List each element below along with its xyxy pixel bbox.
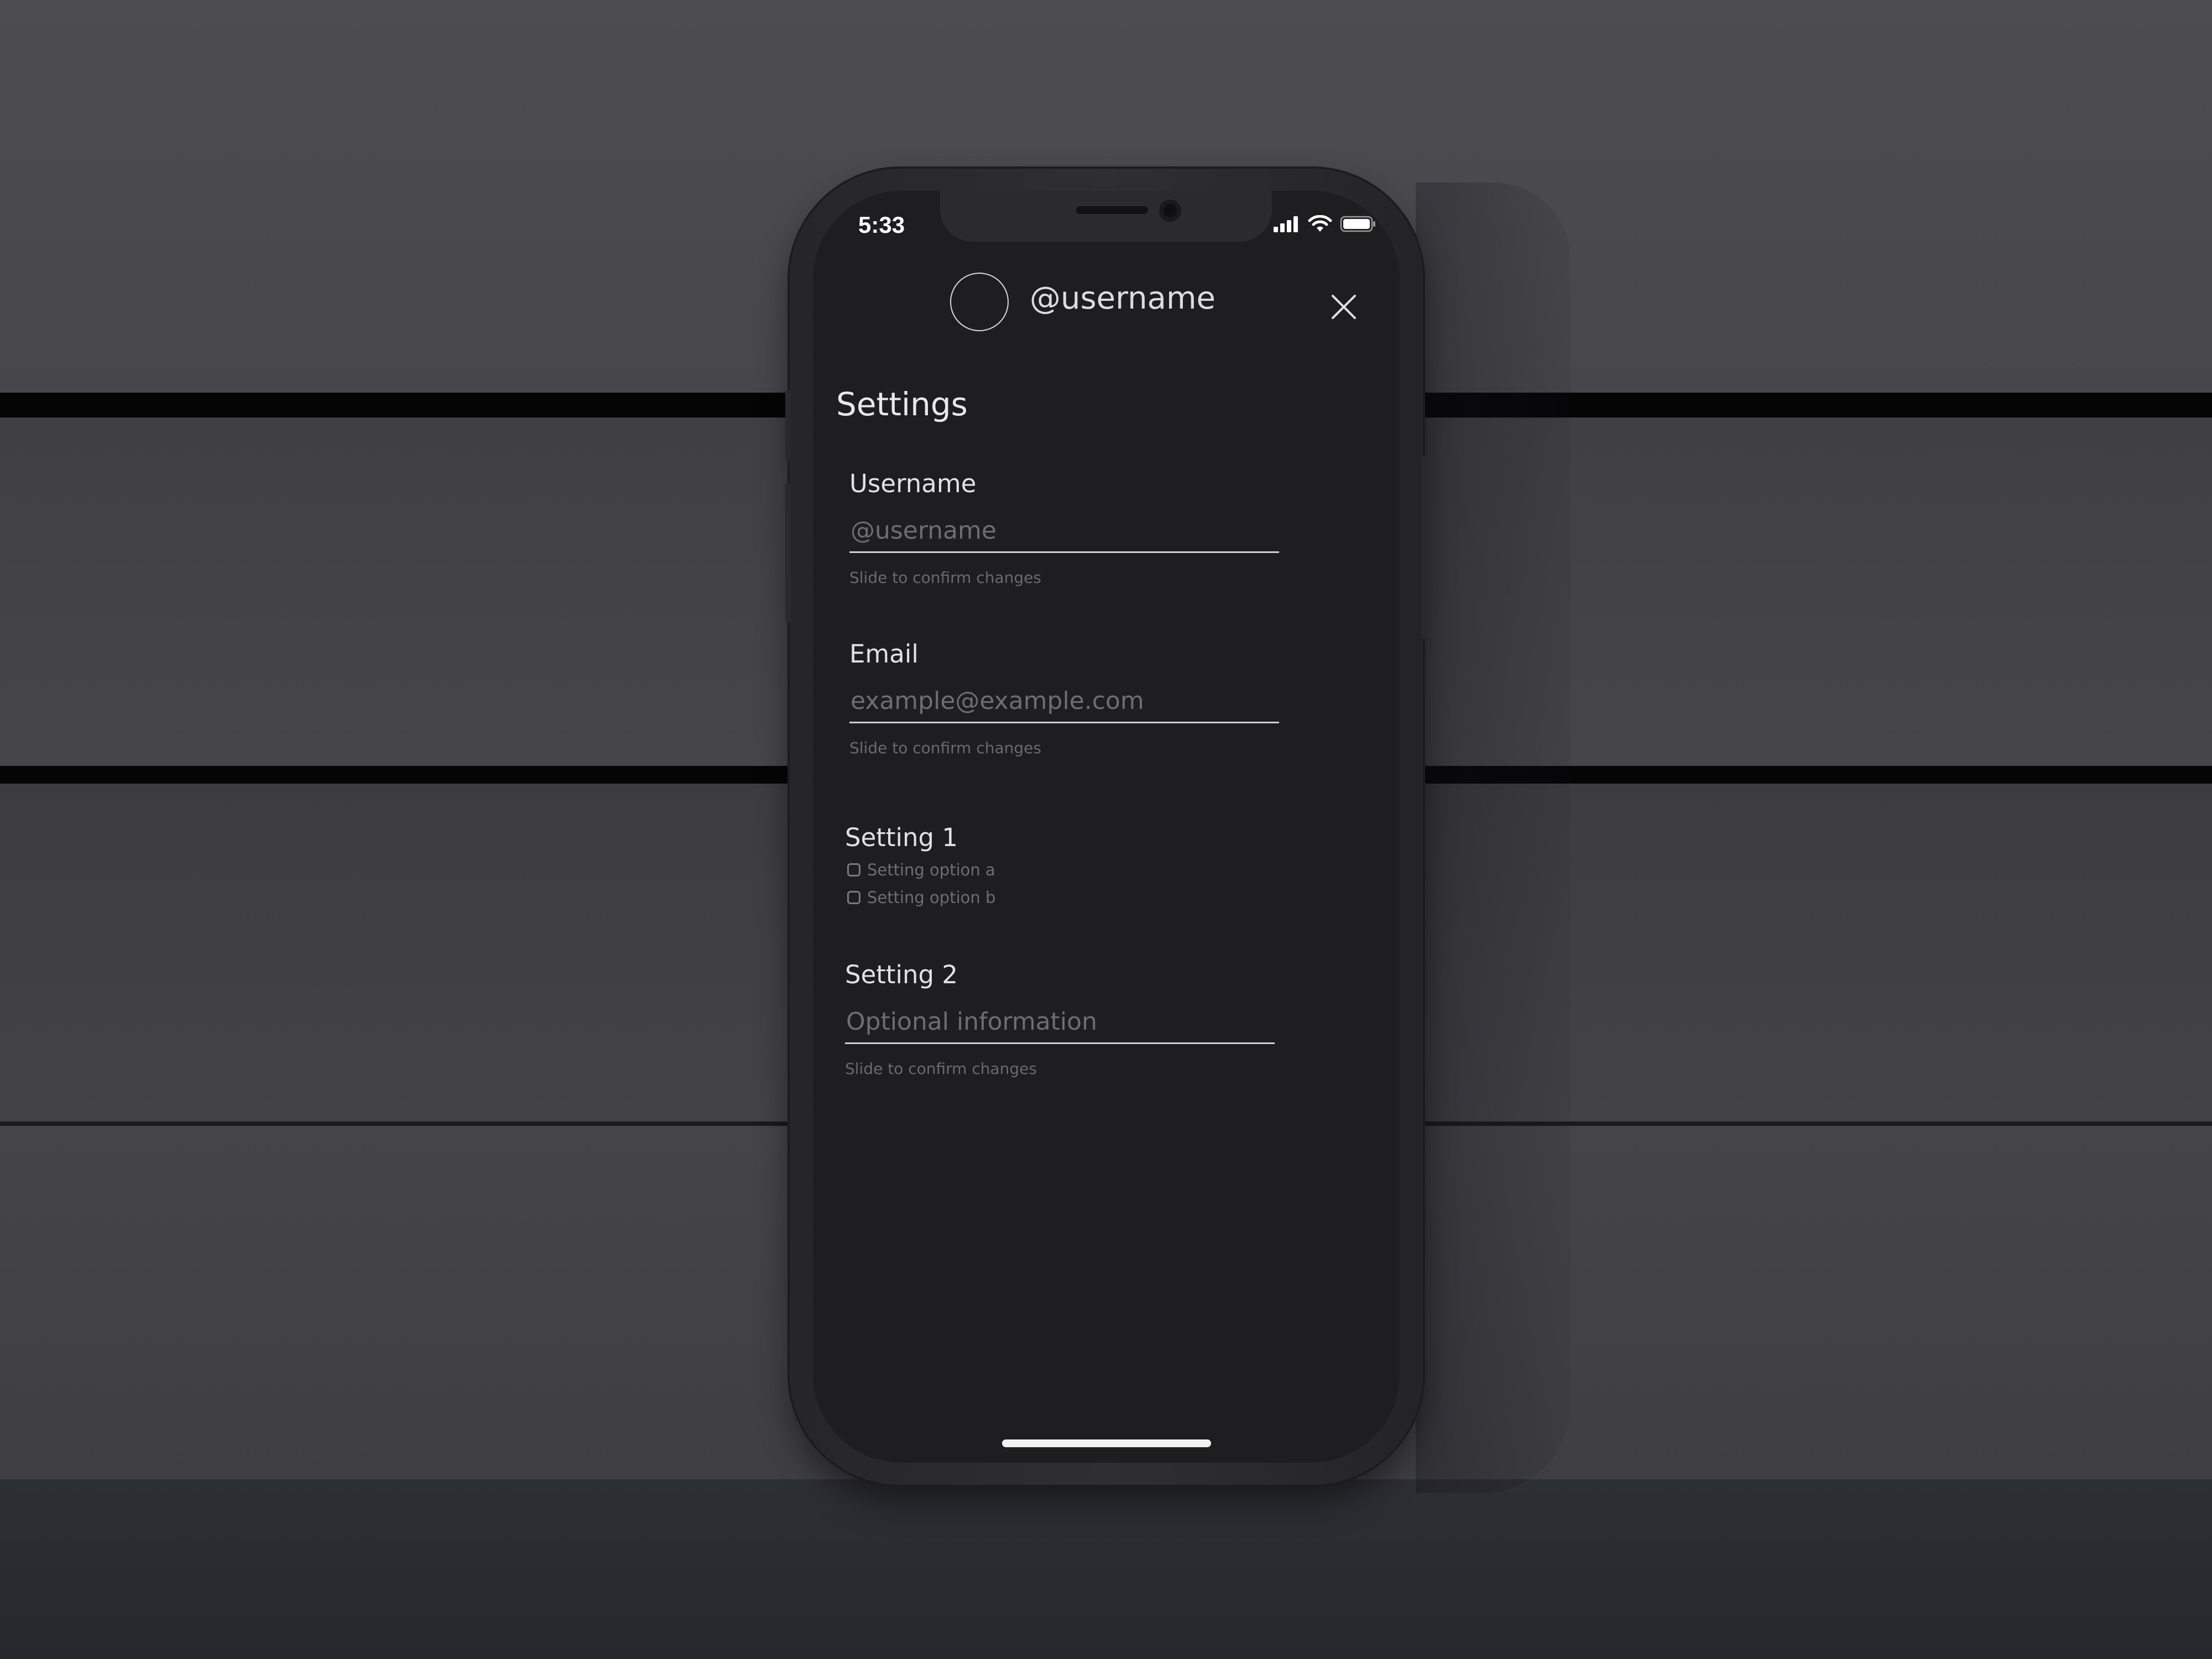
email-field-group: Email Slide to confirm changes <box>849 638 1279 757</box>
front-camera <box>1159 200 1181 222</box>
username-field-group: Username Slide to confirm changes <box>849 467 1279 587</box>
volume-buttons <box>785 484 791 622</box>
setting2-input[interactable] <box>845 1004 1275 1044</box>
setting-option-b[interactable]: Setting option b <box>845 885 995 910</box>
signal-icon <box>1272 216 1300 234</box>
status-time: 5:33 <box>858 212 905 238</box>
setting1-label: Setting 1 <box>845 823 958 852</box>
username-label: Username <box>849 469 977 498</box>
email-input[interactable] <box>849 683 1279 723</box>
setting-option-a-label: Setting option a <box>867 860 995 879</box>
setting2-field-group: Setting 2 Slide to confirm changes <box>845 958 1275 1078</box>
phone-screen: 5:33 @username Settings Username @userna… <box>813 191 1400 1463</box>
avatar[interactable] <box>950 273 1009 331</box>
floor <box>0 1479 2212 1659</box>
phone-device: 5:33 @username Settings Username @userna… <box>785 169 1427 1485</box>
battery-icon <box>1340 215 1376 235</box>
email-label: Email <box>849 639 919 669</box>
home-indicator[interactable] <box>1002 1439 1211 1447</box>
page-title: Settings <box>836 385 968 423</box>
mute-switch <box>785 390 791 462</box>
setting2-hint: Slide to confirm changes <box>845 1060 1037 1078</box>
wifi-icon <box>1308 215 1332 235</box>
close-icon <box>1332 295 1356 319</box>
setting1-group: Setting 1 Setting option a Setting optio… <box>845 821 995 910</box>
header-username: @username <box>1030 280 1215 316</box>
username-hint: Slide to confirm changes <box>849 568 1041 587</box>
close-button[interactable] <box>1327 290 1360 324</box>
phone-shadow <box>1416 182 1571 1493</box>
setting-option-a-checkbox[interactable] <box>847 863 860 877</box>
status-icons <box>1272 215 1376 235</box>
email-hint: Slide to confirm changes <box>849 739 1041 757</box>
username-input[interactable] <box>849 513 1279 553</box>
power-button <box>1422 456 1427 639</box>
notch <box>940 191 1272 242</box>
setting-option-a[interactable]: Setting option a <box>845 858 995 882</box>
speaker-grille <box>1076 206 1148 214</box>
setting-option-b-checkbox[interactable] <box>847 891 860 904</box>
setting2-label: Setting 2 <box>845 960 958 989</box>
setting-option-b-label: Setting option b <box>867 888 996 907</box>
